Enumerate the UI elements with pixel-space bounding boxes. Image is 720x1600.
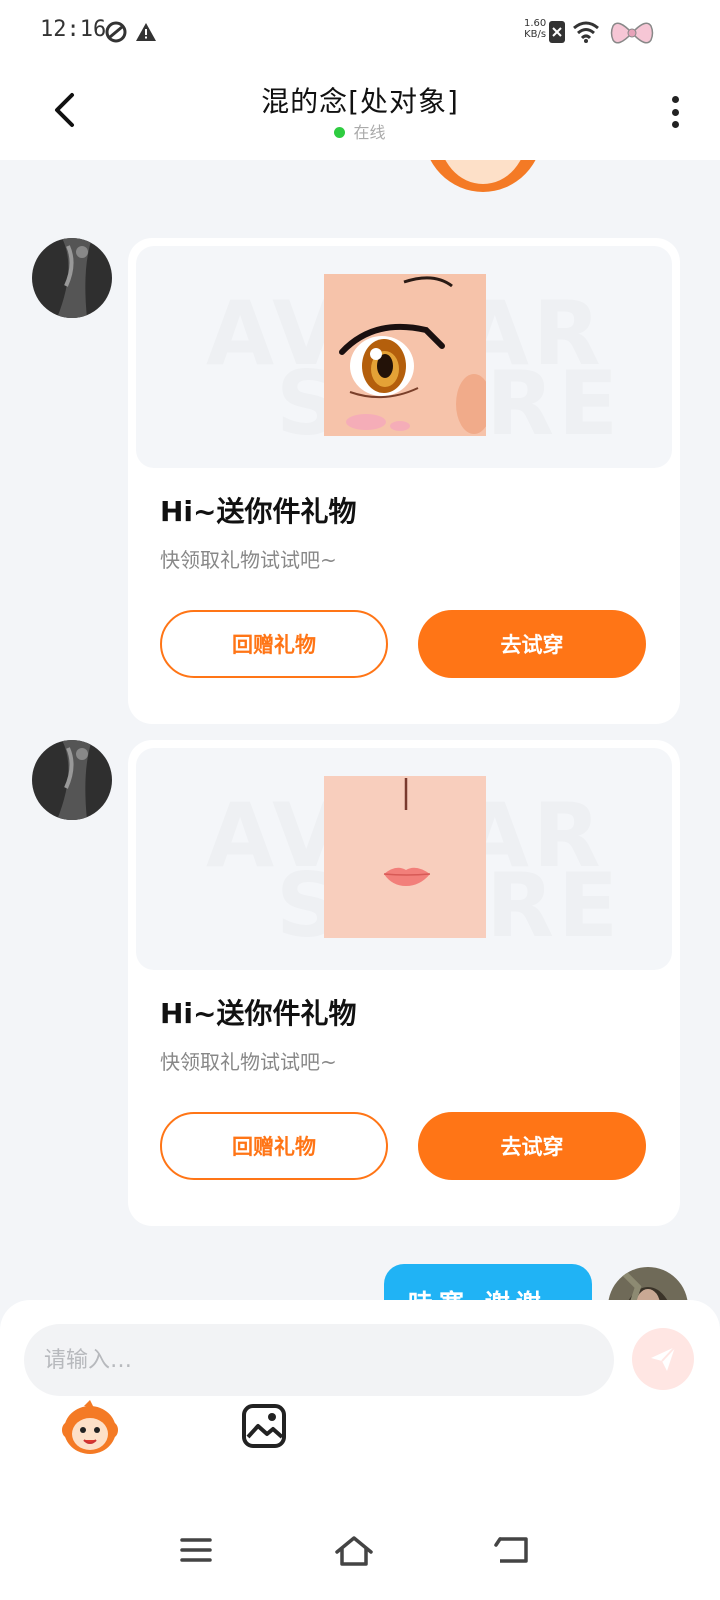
more-dot-icon (671, 96, 679, 103)
warning-icon (134, 20, 158, 48)
send-button[interactable] (632, 1328, 694, 1390)
chat-title: 混的念[处对象] (261, 85, 459, 118)
more-dot-icon (671, 121, 679, 128)
back-nav-icon (494, 1537, 528, 1563)
gift-subtitle: 快领取礼物试试吧~ (160, 1050, 337, 1074)
gift-card: AVATAR STORE Hi~送你件礼物 快领取礼物试试吧~ 回赠礼物 去试穿 (128, 740, 680, 1226)
status-bar: 12:16 1.60 KB/s (0, 0, 720, 64)
sync-icon (104, 20, 128, 48)
menu-icon (180, 1538, 212, 1562)
more-dot-icon (671, 108, 679, 116)
gift-subtitle: 快领取礼物试试吧~ (160, 548, 337, 572)
more-options-button[interactable] (660, 92, 690, 132)
bow-battery-icon (610, 18, 654, 52)
try-on-button[interactable]: 去试穿 (418, 610, 646, 678)
status-time: 12:16 (40, 17, 107, 42)
gift-preview[interactable]: AVATAR STORE (136, 246, 672, 468)
eye-item-thumbnail (324, 274, 486, 436)
contact-avatar[interactable] (32, 740, 112, 820)
menu-button[interactable] (172, 1528, 220, 1572)
wifi-icon (572, 20, 600, 48)
send-icon (651, 1346, 676, 1371)
online-status-text: 在线 (353, 123, 386, 142)
home-button[interactable] (330, 1528, 378, 1572)
network-speed-unit: KB/s (524, 29, 547, 40)
return-gift-button[interactable]: 回赠礼物 (160, 610, 388, 678)
mouth-item-thumbnail (324, 776, 486, 938)
system-nav-bar (0, 1500, 720, 1600)
back-nav-button[interactable] (488, 1528, 536, 1572)
try-on-button[interactable]: 去试穿 (418, 1112, 646, 1180)
outgoing-message-bubble[interactable]: 哇塞 谢谢 (384, 1264, 592, 1300)
image-button[interactable] (232, 1394, 296, 1458)
network-speed-value: 1.60 (524, 18, 547, 29)
monkey-emoji-icon (62, 1400, 118, 1454)
my-avatar[interactable] (608, 1267, 688, 1300)
image-icon (242, 1404, 286, 1448)
online-dot-icon (334, 127, 346, 138)
gift-preview[interactable]: AVATAR STORE (136, 748, 672, 970)
gift-title: Hi~送你件礼物 (160, 997, 357, 1030)
monkey-sticker (408, 160, 558, 192)
online-status: 在线 (0, 119, 720, 143)
sim-disabled-icon (548, 20, 566, 48)
network-speed: 1.60 KB/s (524, 18, 546, 40)
sticker-button[interactable] (58, 1396, 122, 1460)
return-gift-button[interactable]: 回赠礼物 (160, 1112, 388, 1180)
home-icon (335, 1536, 373, 1566)
contact-avatar[interactable] (32, 238, 112, 318)
message-list[interactable]: AVATAR STORE Hi~送你件礼物 (0, 160, 720, 1300)
gift-card: AVATAR STORE Hi~送你件礼物 (128, 238, 680, 724)
message-input[interactable] (24, 1324, 614, 1396)
chat-header: 混的念[处对象] 在线 (0, 64, 720, 160)
gift-title: Hi~送你件礼物 (160, 495, 357, 528)
